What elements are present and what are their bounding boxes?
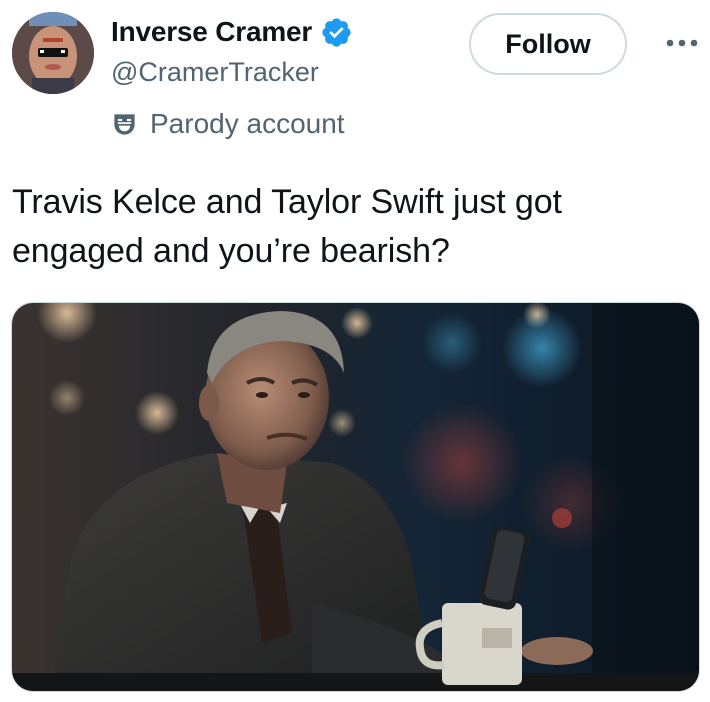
tweet-media[interactable] [11, 302, 700, 692]
verified-badge-icon[interactable] [320, 16, 353, 49]
parody-mask-icon [114, 113, 135, 135]
parody-label-row: Parody account [111, 105, 345, 143]
tweet-card: Inverse Cramer @CramerTracker Parody acc… [0, 0, 710, 702]
man-at-bar-photo [12, 303, 699, 691]
handle[interactable]: @CramerTracker [111, 57, 319, 88]
avatar[interactable] [12, 12, 94, 94]
display-name[interactable]: Inverse Cramer [111, 16, 312, 48]
follow-button[interactable]: Follow [469, 13, 627, 75]
tweet-text: Travis Kelce and Taylor Swift just got e… [12, 183, 562, 270]
more-horizontal-icon [666, 39, 698, 47]
display-name-row: Inverse Cramer [111, 14, 353, 50]
parody-label: Parody account [150, 108, 345, 139]
avatar-image [12, 12, 94, 94]
more-options-button[interactable] [660, 28, 704, 58]
